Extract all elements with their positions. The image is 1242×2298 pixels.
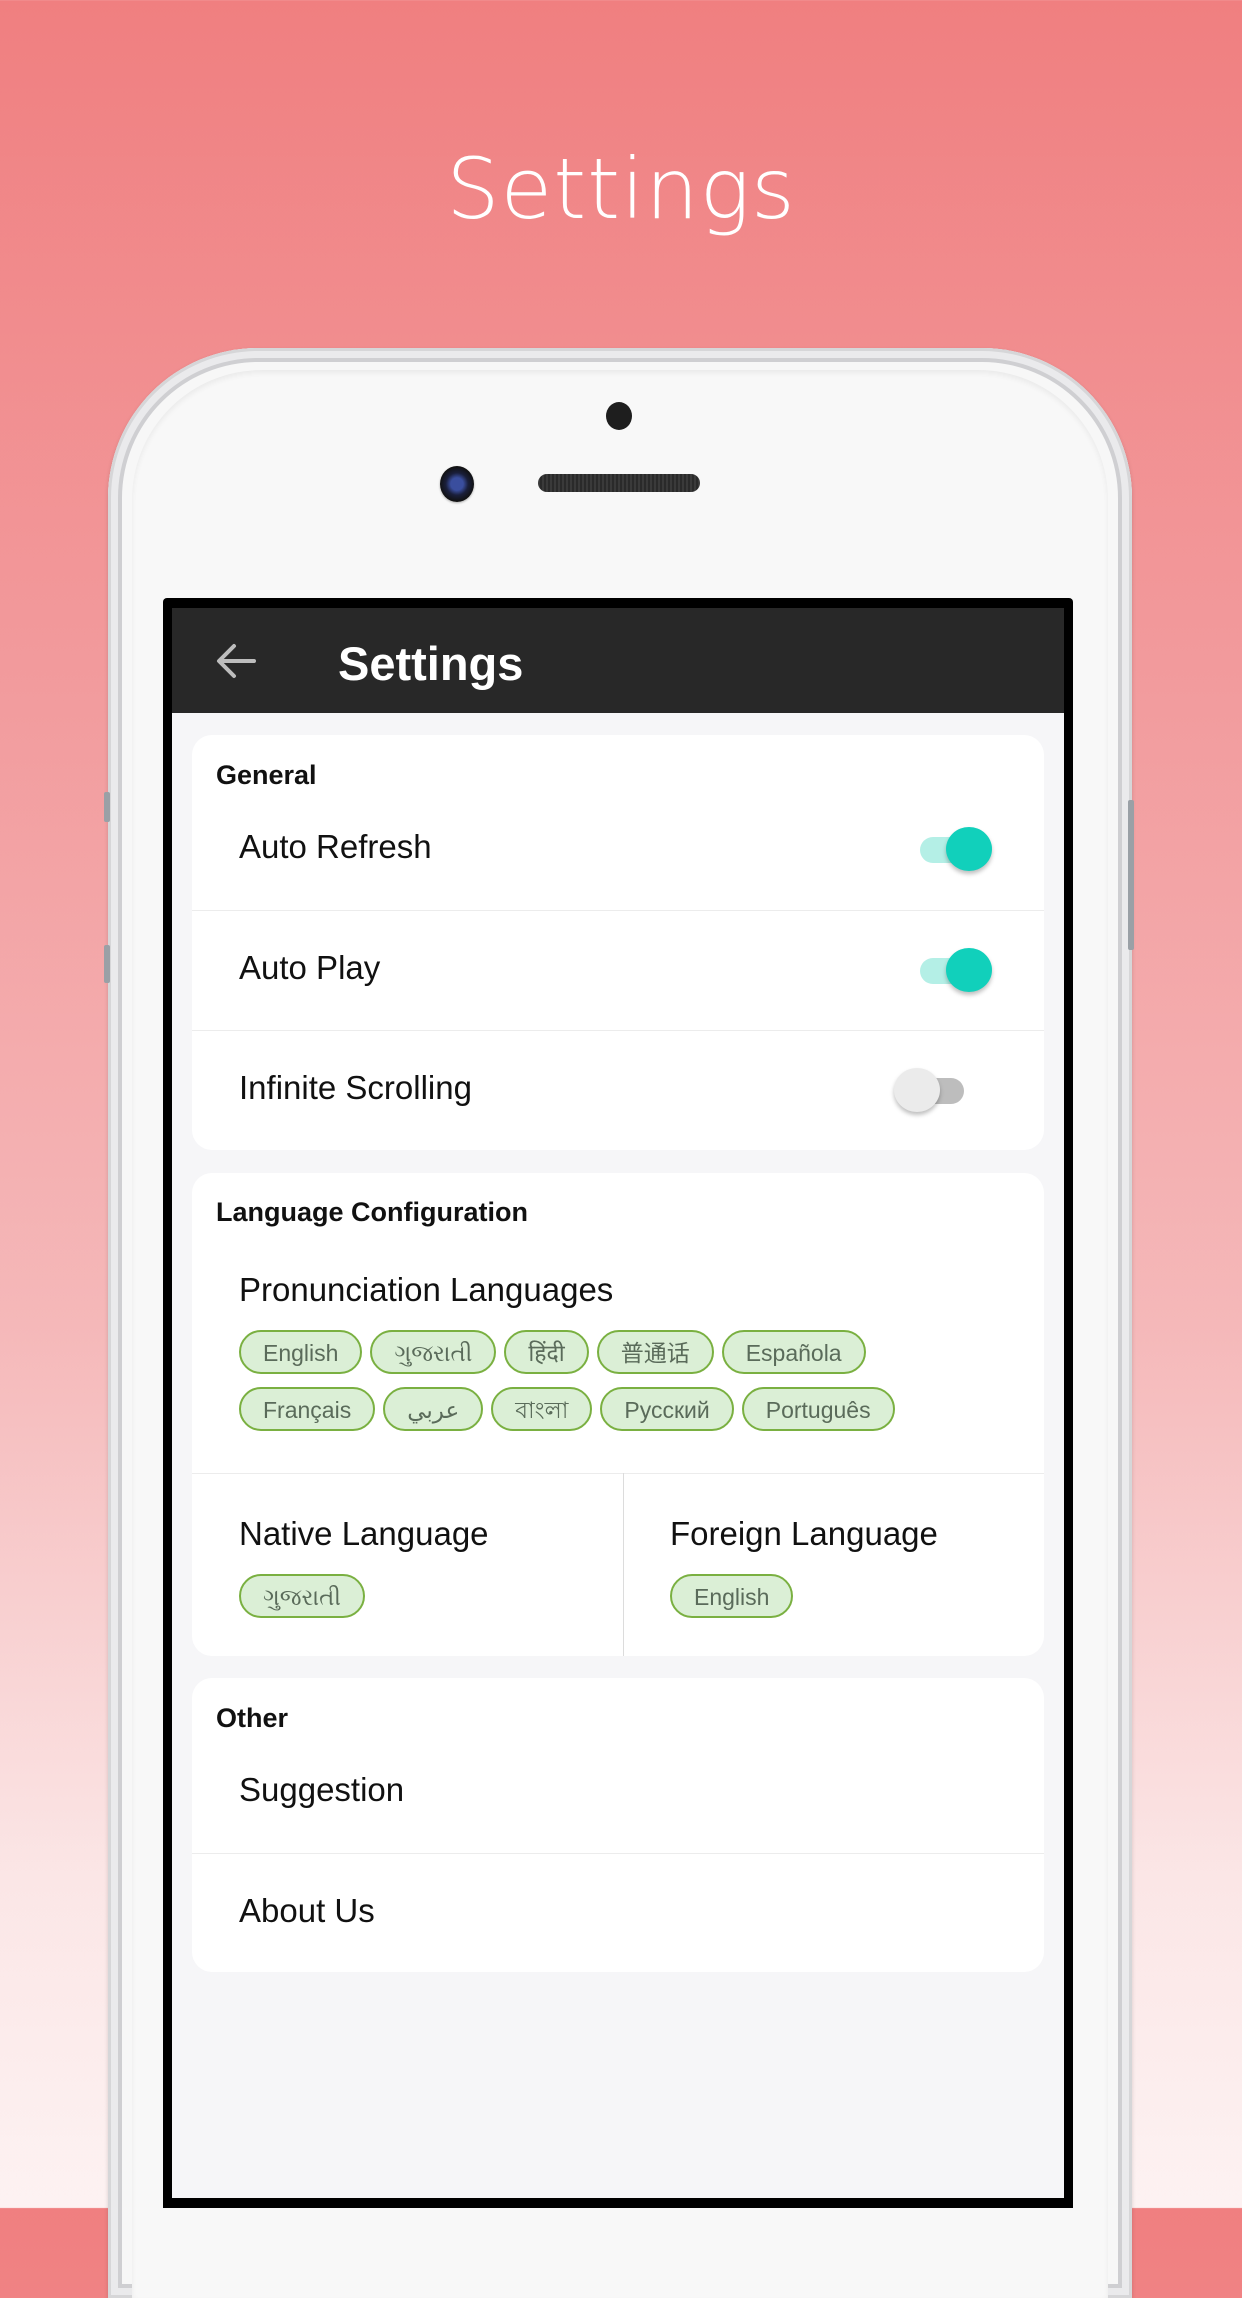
page-title: Settings bbox=[338, 637, 524, 690]
infinite-scrolling-toggle[interactable] bbox=[894, 1064, 974, 1114]
app-screen: Settings General Auto Refresh Auto Play bbox=[172, 608, 1064, 2198]
arrow-left-icon bbox=[217, 644, 256, 678]
phone-side-button bbox=[104, 792, 110, 822]
native-language-chip[interactable]: ગુજરાતી bbox=[239, 1574, 365, 1618]
general-card: General Auto Refresh Auto Play Infinite … bbox=[192, 735, 1044, 1150]
menu-item-label: Suggestion bbox=[239, 1771, 405, 1808]
app-bar: Settings bbox=[172, 608, 1064, 713]
back-button[interactable] bbox=[212, 638, 260, 684]
language-chip[interactable]: Português bbox=[741, 1387, 895, 1431]
language-chip[interactable]: عربي bbox=[383, 1387, 484, 1431]
menu-item-suggestion[interactable]: Suggestion bbox=[192, 1733, 1044, 1853]
language-chip[interactable]: বাংলা bbox=[491, 1387, 593, 1431]
menu-item-label: About Us bbox=[239, 1892, 375, 1929]
auto-play-toggle[interactable] bbox=[912, 944, 992, 994]
language-chip[interactable]: Española bbox=[721, 1330, 866, 1374]
toggle-thumb bbox=[946, 948, 992, 992]
other-header: Other bbox=[216, 1703, 289, 1733]
language-card: Language Configuration Pronunciation Lan… bbox=[192, 1173, 1044, 1656]
setting-label: Infinite Scrolling bbox=[239, 1069, 472, 1106]
setting-row-infinite-scrolling[interactable]: Infinite Scrolling bbox=[192, 1031, 1044, 1151]
phone-side-button bbox=[104, 945, 110, 983]
language-chip[interactable]: हिंदी bbox=[504, 1330, 589, 1374]
toggle-thumb bbox=[894, 1068, 940, 1112]
setting-label: Auto Play bbox=[239, 949, 381, 986]
front-camera-icon bbox=[440, 466, 474, 502]
chip-row: Français عربي বাংলা Русский Português bbox=[239, 1387, 1024, 1444]
foreign-language-label: Foreign Language bbox=[670, 1515, 938, 1552]
toggle-thumb bbox=[946, 827, 992, 871]
foreign-language-chips: English bbox=[670, 1574, 1024, 1618]
foreign-language-chip[interactable]: English bbox=[670, 1574, 794, 1618]
phone-side-button bbox=[1128, 800, 1134, 950]
pronunciation-chips: English ગુજરાતી हिंदी 普通话 Española Français ع… bbox=[239, 1330, 1024, 1444]
setting-row-auto-refresh[interactable]: Auto Refresh bbox=[192, 790, 1044, 910]
pronunciation-label: Pronunciation Languages bbox=[239, 1271, 614, 1308]
language-header: Language Configuration bbox=[216, 1197, 528, 1227]
auto-refresh-toggle[interactable] bbox=[912, 823, 992, 873]
phone-screen: Settings General Auto Refresh Auto Play bbox=[163, 598, 1073, 2208]
divider bbox=[192, 1473, 1044, 1474]
other-card: Other Suggestion About Us bbox=[192, 1678, 1044, 1972]
setting-row-auto-play[interactable]: Auto Play bbox=[192, 911, 1044, 1031]
hero-title: Settings bbox=[446, 140, 796, 238]
language-chip[interactable]: Русский bbox=[600, 1387, 734, 1431]
language-chip[interactable]: English bbox=[239, 1330, 363, 1374]
language-chip[interactable]: Français bbox=[239, 1387, 376, 1431]
earpiece-speaker bbox=[538, 474, 700, 492]
column-divider bbox=[623, 1473, 624, 1656]
native-language-label: Native Language bbox=[239, 1515, 489, 1552]
proximity-sensor bbox=[606, 402, 632, 430]
setting-label: Auto Refresh bbox=[239, 828, 432, 865]
language-chip[interactable]: 普通话 bbox=[596, 1330, 714, 1374]
menu-item-about-us[interactable]: About Us bbox=[192, 1854, 1044, 1974]
language-chip[interactable]: ગુજરાતી bbox=[370, 1330, 497, 1374]
chip-row: English ગુજરાતી हिंदी 普通话 Española bbox=[239, 1330, 1024, 1387]
general-header: General bbox=[216, 760, 317, 790]
